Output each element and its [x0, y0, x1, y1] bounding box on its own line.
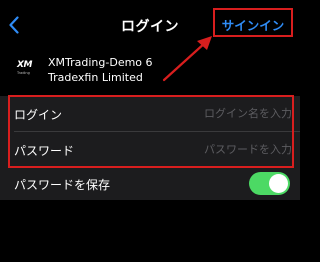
save-password-toggle[interactable]: [249, 172, 290, 195]
server-info: XM Trading XMTrading-Demo 6 Tradexfin Li…: [0, 52, 300, 90]
password-input[interactable]: [162, 139, 292, 159]
server-name: XMTrading-Demo 6: [48, 56, 153, 69]
credentials-group: ログイン パスワード: [0, 96, 300, 168]
broker-logo: XM Trading: [17, 60, 45, 78]
password-label: パスワード: [14, 144, 75, 158]
login-row: ログイン: [0, 96, 300, 132]
server-company: Tradexfin Limited: [48, 71, 143, 84]
sign-in-button[interactable]: サインイン: [215, 15, 291, 34]
save-password-label: パスワードを保存: [14, 178, 111, 192]
login-input[interactable]: [162, 103, 292, 123]
sign-in-highlight: サインイン: [213, 8, 293, 37]
broker-logo-mark: XM: [17, 60, 32, 70]
broker-logo-subtext: Trading: [17, 71, 30, 75]
password-row: パスワード: [0, 132, 300, 167]
save-password-row: パスワードを保存: [0, 168, 300, 200]
toggle-knob: [269, 174, 288, 193]
login-label: ログイン: [14, 108, 63, 122]
